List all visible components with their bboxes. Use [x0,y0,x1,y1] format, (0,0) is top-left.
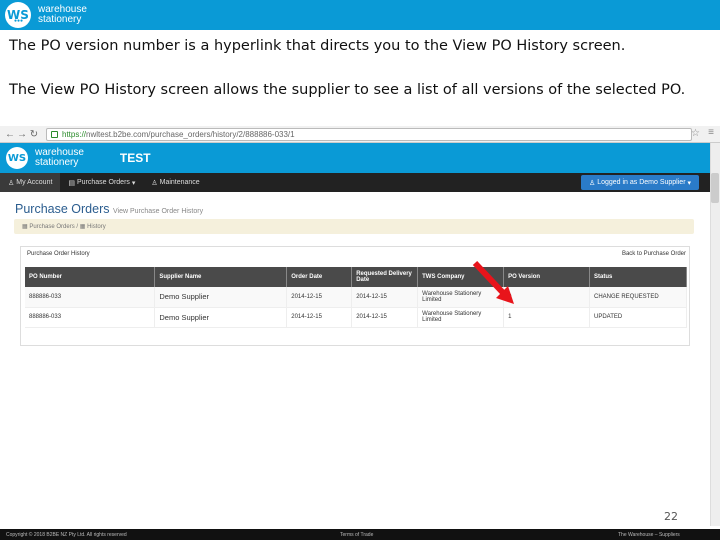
browser-menu-icon[interactable]: ≡ [708,127,714,138]
url-scheme: https:// [62,129,87,139]
breadcrumb: ▦ Purchase Orders / ▦ History [14,219,694,234]
breadcrumb-history-label: History [87,224,106,230]
brand-name-line2: stationery [38,14,82,25]
main-navbar: ♙ My Account ▤ Purchase Orders ▾ ♙ Maint… [0,173,710,192]
back-arrow-icon[interactable]: ← [4,129,16,140]
arrow-shaft [472,260,509,299]
cell-status: CHANGE REQUESTED [589,287,687,308]
footer: Copyright © 2018 B2BE NZ Pty Ltd. All ri… [0,529,720,540]
col-order-date[interactable]: Order Date [286,267,353,287]
nav-purchase-orders[interactable]: ▤ Purchase Orders ▾ [60,173,143,192]
cell-tws-company: Warehouse Stationery Limited [417,307,505,328]
cell-supplier-name: Demo Supplier [154,287,288,308]
ws-logo: WS ●●● [5,2,31,28]
url-host: nwltest.b2be.com [86,129,149,139]
logged-in-label: Logged in as Demo Supplier [597,179,686,186]
paragraph-hyperlink-note: The PO version number is a hyperlink tha… [9,38,626,54]
table-header-row: PO Number Supplier Name Order Date Reque… [25,267,687,287]
nav-purchase-orders-label: Purchase Orders [76,179,130,186]
browser-toolbar: ← → ↻ https://nwltest.b2be.com/purchase_… [0,126,720,143]
cell-requested-delivery-date: 2014-12-15 [351,307,419,328]
nav-maintenance[interactable]: ♙ Maintenance [143,173,207,192]
table-row: 888886-033 Demo Supplier 2014-12-15 2014… [25,307,687,328]
maintenance-icon: ♙ [151,179,160,187]
brand-bar: WS ●●● warehouse stationery [0,0,720,30]
col-requested-delivery-date[interactable]: Requested Delivery Date [351,267,419,287]
cell-supplier-name: Demo Supplier [154,307,288,328]
col-supplier-name[interactable]: Supplier Name [154,267,288,287]
app-logo-text: WS [7,152,27,164]
page-title-text: Purchase Orders [15,202,110,216]
brand-name: warehouse stationery [38,5,87,25]
slide-page-number: 22 [664,510,678,523]
chevron-down-icon: ▾ [685,179,691,187]
breadcrumb-purchase-orders-label: Purchase Orders [29,224,75,230]
nav-my-account[interactable]: ♙ My Account [0,173,61,192]
nav-maintenance-label: Maintenance [159,179,200,186]
chevron-down-icon: ▾ [129,179,136,187]
cell-po-number: 888886-033 [25,287,156,308]
logo-dots: ●●● [14,18,24,24]
slide: WS ●●● warehouse stationery The PO versi… [0,0,720,540]
col-po-number[interactable]: PO Number [25,267,156,287]
address-bar[interactable]: https://nwltest.b2be.com/purchase_orders… [46,127,692,141]
reload-icon[interactable]: ↻ [28,129,40,140]
red-pointer-arrow-icon [472,260,514,304]
scrollbar-thumb[interactable] [711,173,719,203]
user-icon: ♙ [8,179,17,187]
cell-order-date: 2014-12-15 [286,307,353,328]
cell-order-date: 2014-12-15 [286,287,353,308]
history-panel: Purchase Order History Back to Purchase … [20,246,690,346]
history-table: PO Number Supplier Name Order Date Reque… [25,267,687,328]
footer-copyright: Copyright © 2018 B2BE NZ Pty Ltd. All ri… [6,532,127,538]
app-brand-line2: stationery [35,157,79,168]
cell-po-number: 888886-033 [25,307,156,328]
paragraph-history-note: The View PO History screen allows the su… [9,82,686,98]
browser-screenshot: ← → ↻ https://nwltest.b2be.com/purchase_… [0,126,720,526]
forward-arrow-icon[interactable]: → [16,129,28,140]
po-version-link[interactable]: 1 [508,314,511,320]
panel-title: Purchase Order History [27,251,90,257]
col-status[interactable]: Status [589,267,687,287]
footer-support-link[interactable]: The Warehouse – Suppliers [618,532,680,538]
table-row: 888886-033 Demo Supplier 2014-12-15 2014… [25,287,687,308]
bookmark-star-icon[interactable]: ☆ [691,128,700,139]
cell-status: UPDATED [589,307,687,328]
cell-po-version: 1 [503,307,590,328]
cell-requested-delivery-date: 2014-12-15 [351,287,419,308]
breadcrumb-history: ▦ History [79,224,106,230]
page-title: Purchase Orders View Purchase Order Hist… [15,202,203,216]
back-to-po-link[interactable]: Back to Purchase Order [622,251,686,257]
app-header: WS warehouse stationery TEST [0,143,710,173]
page-scrollbar[interactable] [710,143,720,526]
footer-terms-link[interactable]: Terms of Trade [340,532,373,538]
url-path: /purchase_orders/history/2/888886-033/1 [148,129,295,139]
breadcrumb-purchase-orders[interactable]: ▦ Purchase Orders [22,223,75,230]
lock-icon [51,130,58,138]
page-subtitle: View Purchase Order History [112,208,204,215]
document-icon: ▤ [68,179,77,187]
app-brand-name: warehouse stationery [35,148,84,168]
app-ws-logo[interactable]: WS [6,147,28,169]
nav-my-account-label: My Account [16,179,53,186]
logged-in-button[interactable]: ♙ Logged in as Demo Supplier ▾ [580,175,699,190]
user-icon: ♙ [588,179,598,187]
app-title: TEST [119,151,151,165]
